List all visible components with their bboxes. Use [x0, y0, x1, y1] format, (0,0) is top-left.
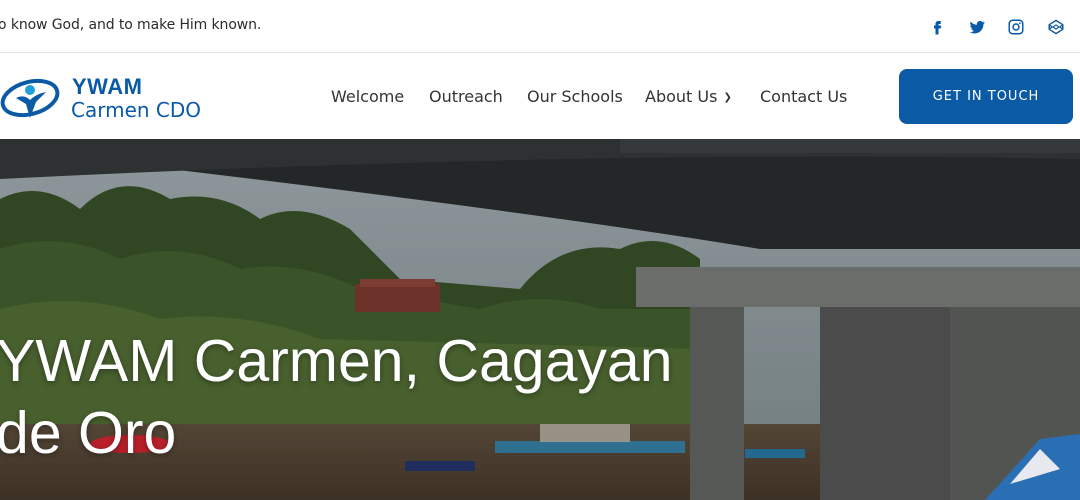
instagram-icon[interactable] [1005, 16, 1027, 38]
hero-section: YWAM Carmen, Cagayan de Oro [0, 139, 1080, 500]
nav-our-schools[interactable]: Our Schools [527, 87, 623, 106]
hero-title-line1: YWAM Carmen, Cagayan [0, 328, 673, 394]
logo-mark-icon [0, 78, 60, 118]
logo-text-carmen-cdo: Carmen CDO [71, 98, 202, 122]
nav-about-us-label: About Us [645, 87, 718, 106]
top-bar: o know God, and to make Him known. [0, 0, 1080, 53]
nav-outreach[interactable]: Outreach [429, 87, 503, 106]
main-header: YWAM Carmen CDO Welcome Outreach Our Sch… [0, 54, 1080, 139]
nav-contact-us[interactable]: Contact Us [760, 87, 847, 106]
codepen-icon[interactable] [1045, 16, 1067, 38]
get-in-touch-button[interactable]: GET IN TOUCH [899, 69, 1073, 124]
logo-text-ywam: YWAM [72, 74, 143, 99]
nav-welcome[interactable]: Welcome [331, 87, 404, 106]
site-logo[interactable]: YWAM Carmen CDO [0, 68, 215, 128]
facebook-icon[interactable] [926, 16, 948, 38]
hero-title: YWAM Carmen, Cagayan de Oro [0, 325, 696, 469]
tagline: o know God, and to make Him known. [0, 17, 262, 33]
twitter-icon[interactable] [966, 16, 988, 38]
nav-about-us[interactable]: About Us ❯ [645, 87, 732, 106]
chevron-down-icon: ❯ [723, 92, 732, 103]
hero-title-line2: de Oro [0, 400, 177, 466]
